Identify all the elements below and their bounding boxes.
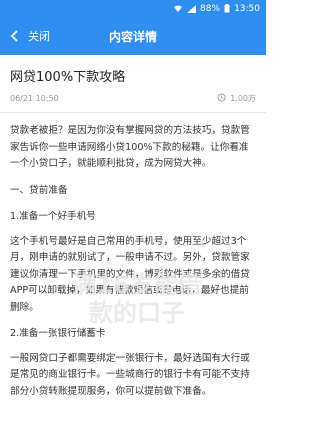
paragraph-card: 一般网贷口子都需要绑定一张银行卡，最好选国有大行或是常见的商业银行卡。一些城商行… — [10, 352, 250, 397]
article-title: 网贷100%下款攻略 — [10, 70, 126, 85]
clock-icon — [217, 93, 226, 104]
divider — [0, 112, 266, 113]
wifi-icon — [173, 5, 183, 13]
signal-icon — [187, 4, 197, 13]
article-date: 06/21 10:50 — [10, 94, 59, 103]
section-heading: 一、贷前准备 — [10, 184, 68, 196]
paragraph-phone: 这个手机号最好是自己常用的手机号，使用至少超过3个月，刚申请的就别试了，一般申请… — [10, 235, 250, 313]
subheading-card: 2.准备一张银行储蓄卡 — [10, 328, 106, 339]
article-content: 网贷100%下款攻略 06/21 10:50 1.00万 贷款老被拒？是因为你没… — [0, 66, 266, 400]
status-bar: 88% 13:50 — [0, 0, 266, 17]
view-count-text: 1.00万 — [230, 94, 256, 103]
page-title: 内容详情 — [108, 29, 157, 44]
app-bar: 关闭 内容详情 — [0, 17, 266, 55]
battery-percent: 88% — [200, 3, 221, 14]
article-intro: 贷款老被拒？是因为你没有掌握网贷的方法技巧，贷款管家告诉你一些申请网络小贷100… — [10, 125, 250, 169]
status-time: 13:50 — [234, 3, 260, 14]
subheading-phone: 1.准备一个好手机号 — [10, 211, 96, 222]
article-meta: 06/21 10:50 1.00万 — [10, 93, 256, 104]
view-count: 1.00万 — [217, 93, 256, 104]
battery-icon — [224, 4, 230, 13]
